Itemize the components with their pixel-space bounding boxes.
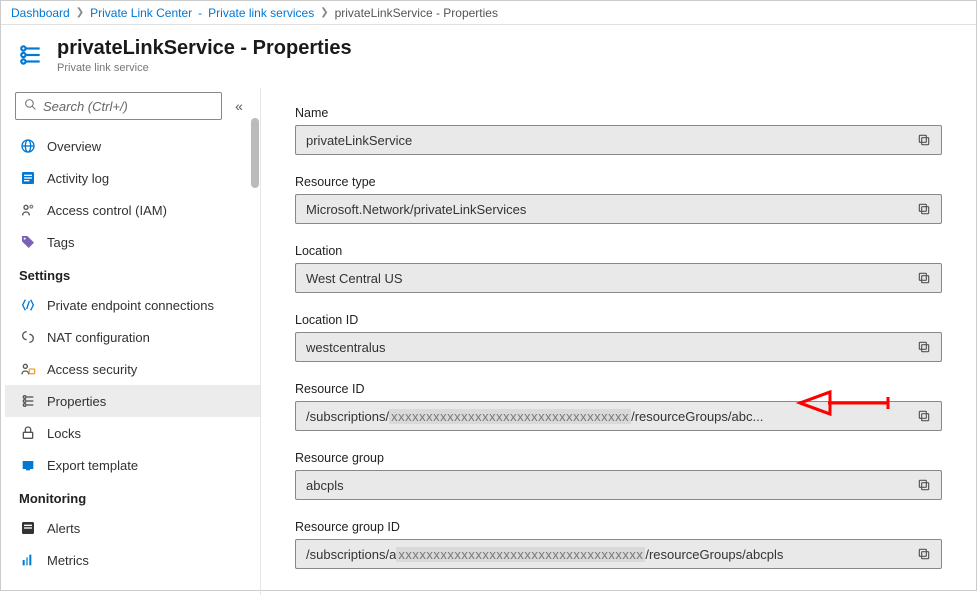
- sidebar-item-label: Overview: [47, 139, 101, 154]
- tags-icon: [19, 233, 37, 251]
- sidebar: Search (Ctrl+/) « Overview Activity log …: [1, 88, 261, 595]
- field-label: Name: [295, 106, 942, 120]
- breadcrumb-private-link-center[interactable]: Private Link Center: [90, 6, 192, 20]
- copy-button[interactable]: [913, 267, 935, 289]
- copy-button[interactable]: [913, 129, 935, 151]
- field-location: Location West Central US: [295, 244, 942, 293]
- field-label: Resource group ID: [295, 520, 942, 534]
- sidebar-item-tags[interactable]: Tags: [5, 226, 260, 258]
- sidebar-item-access-control[interactable]: Access control (IAM): [5, 194, 260, 226]
- field-location-id: Location ID westcentralus: [295, 313, 942, 362]
- field-value: Microsoft.Network/privateLinkServices: [306, 202, 913, 217]
- sidebar-item-label: Private endpoint connections: [47, 298, 214, 313]
- field-value-box: westcentralus: [295, 332, 942, 362]
- globe-icon: [19, 137, 37, 155]
- sidebar-item-label: Export template: [47, 458, 138, 473]
- copy-button[interactable]: [913, 336, 935, 358]
- sidebar-group-monitoring: Monitoring: [5, 481, 260, 512]
- sidebar-item-private-endpoint-connections[interactable]: Private endpoint connections: [5, 289, 260, 321]
- field-label: Resource group: [295, 451, 942, 465]
- field-name: Name privateLinkService: [295, 106, 942, 155]
- field-value: westcentralus: [306, 340, 913, 355]
- field-value-box: West Central US: [295, 263, 942, 293]
- arrow-annotation: [800, 388, 890, 418]
- breadcrumb-dashboard[interactable]: Dashboard: [11, 6, 70, 20]
- search-placeholder: Search (Ctrl+/): [43, 99, 128, 114]
- sidebar-item-properties[interactable]: Properties: [5, 385, 260, 417]
- sidebar-item-label: Locks: [47, 426, 81, 441]
- access-control-icon: [19, 201, 37, 219]
- sidebar-item-label: NAT configuration: [47, 330, 150, 345]
- field-value: privateLinkService: [306, 133, 913, 148]
- sidebar-item-overview[interactable]: Overview: [5, 130, 260, 162]
- field-resource-group: Resource group abcpls: [295, 451, 942, 500]
- breadcrumb-current: privateLinkService - Properties: [335, 6, 498, 20]
- sidebar-item-nat-configuration[interactable]: NAT configuration: [5, 321, 260, 353]
- sidebar-item-label: Activity log: [47, 171, 109, 186]
- page-subtitle: Private link service: [57, 62, 352, 74]
- copy-button[interactable]: [913, 474, 935, 496]
- breadcrumb-private-link-services[interactable]: Private link services: [208, 6, 314, 20]
- page-title: privateLinkService - Properties: [57, 37, 352, 60]
- field-value-box: /subscriptions/axxxxxxxxxxxxxxxxxxxxxxxx…: [295, 539, 942, 569]
- field-resource-group-id: Resource group ID /subscriptions/axxxxxx…: [295, 520, 942, 569]
- sidebar-item-locks[interactable]: Locks: [5, 417, 260, 449]
- sidebar-item-label: Alerts: [47, 521, 80, 536]
- chevron-right-icon: ❯: [320, 7, 328, 18]
- field-label: Location: [295, 244, 942, 258]
- activity-log-icon: [19, 169, 37, 187]
- sidebar-item-label: Metrics: [47, 553, 89, 568]
- access-security-icon: [19, 360, 37, 378]
- search-input[interactable]: Search (Ctrl+/): [15, 92, 222, 120]
- sidebar-item-export-template[interactable]: Export template: [5, 449, 260, 481]
- main-content: Name privateLinkService Resource type Mi…: [261, 88, 976, 595]
- field-label: Location ID: [295, 313, 942, 327]
- field-value-box: privateLinkService: [295, 125, 942, 155]
- sidebar-scrollbar-thumb[interactable]: [251, 118, 259, 188]
- dash-separator: -: [198, 6, 202, 20]
- copy-button[interactable]: [913, 405, 935, 427]
- sidebar-item-label: Tags: [47, 235, 74, 250]
- sidebar-item-activity-log[interactable]: Activity log: [5, 162, 260, 194]
- search-icon: [24, 98, 37, 114]
- chevron-right-icon: ❯: [76, 7, 84, 18]
- field-value: West Central US: [306, 271, 913, 286]
- field-resource-type: Resource type Microsoft.Network/privateL…: [295, 175, 942, 224]
- nat-icon: [19, 328, 37, 346]
- alerts-icon: [19, 519, 37, 537]
- locks-icon: [19, 424, 37, 442]
- copy-button[interactable]: [913, 543, 935, 565]
- breadcrumb: Dashboard ❯ Private Link Center - Privat…: [1, 1, 976, 25]
- field-value: /subscriptions/axxxxxxxxxxxxxxxxxxxxxxxx…: [306, 547, 913, 562]
- copy-button[interactable]: [913, 198, 935, 220]
- sidebar-item-label: Access security: [47, 362, 137, 377]
- sidebar-item-access-security[interactable]: Access security: [5, 353, 260, 385]
- field-value-box: Microsoft.Network/privateLinkServices: [295, 194, 942, 224]
- collapse-sidebar-button[interactable]: «: [228, 99, 250, 113]
- export-template-icon: [19, 456, 37, 474]
- page-header: privateLinkService - Properties Private …: [1, 25, 976, 88]
- sidebar-item-label: Properties: [47, 394, 106, 409]
- sidebar-item-alerts[interactable]: Alerts: [5, 512, 260, 544]
- field-value: abcpls: [306, 478, 913, 493]
- sidebar-item-metrics[interactable]: Metrics: [5, 544, 260, 576]
- sidebar-group-settings: Settings: [5, 258, 260, 289]
- endpoint-icon: [19, 296, 37, 314]
- metrics-icon: [19, 551, 37, 569]
- private-link-service-icon: [17, 41, 45, 69]
- field-value-box: abcpls: [295, 470, 942, 500]
- sidebar-item-label: Access control (IAM): [47, 203, 167, 218]
- properties-icon: [19, 392, 37, 410]
- field-label: Resource type: [295, 175, 942, 189]
